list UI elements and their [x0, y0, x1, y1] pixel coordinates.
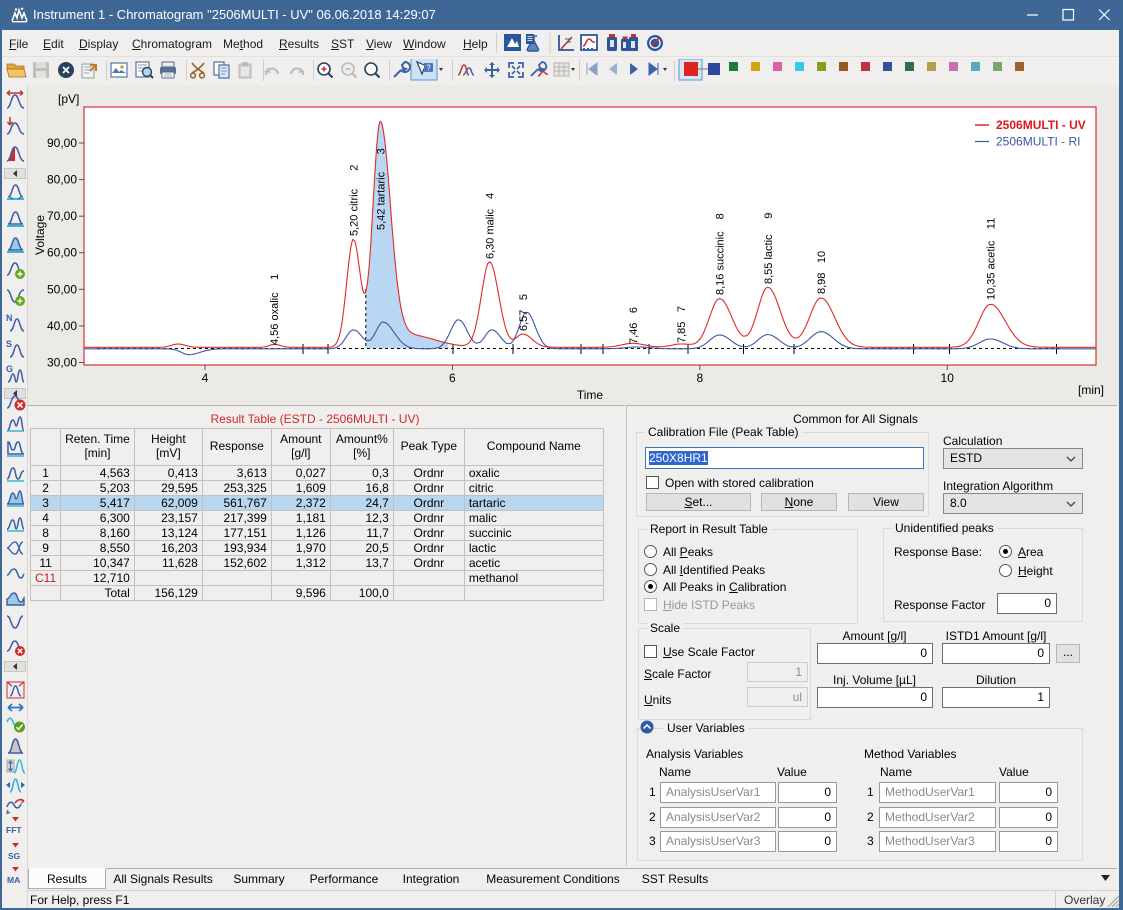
svg-text:6: 6: [449, 371, 456, 385]
svg-text:90,00: 90,00: [47, 136, 77, 150]
svg-text:G: G: [6, 364, 13, 374]
svg-text:2: 2: [348, 165, 360, 171]
svg-text:2506MULTI - UV: 2506MULTI - UV: [996, 118, 1086, 132]
svg-text:SG: SG: [8, 851, 21, 861]
svg-text:8,98: 8,98: [816, 273, 828, 294]
svg-text:8,16 succinic: 8,16 succinic: [715, 231, 727, 295]
svg-text:10,35 acetic: 10,35 acetic: [986, 240, 998, 300]
svg-text:S: S: [6, 339, 12, 349]
svg-text:5,42 tartaric: 5,42 tartaric: [375, 171, 387, 230]
svg-text:10: 10: [816, 251, 828, 263]
svg-text:7,46: 7,46: [628, 323, 640, 344]
svg-text:7,85: 7,85: [676, 322, 688, 343]
svg-text:FFT: FFT: [6, 825, 22, 835]
svg-text:[min]: [min]: [1078, 383, 1104, 397]
svg-text:7: 7: [676, 306, 688, 312]
svg-text:6: 6: [628, 307, 640, 313]
svg-text:11: 11: [986, 218, 998, 229]
svg-text:1: 1: [269, 274, 281, 280]
svg-text:MA: MA: [7, 875, 20, 885]
svg-text:?: ?: [426, 64, 431, 73]
svg-text:8,55 lactic: 8,55 lactic: [763, 234, 775, 284]
svg-text:40,00: 40,00: [47, 319, 77, 333]
svg-text:6,57: 6,57: [518, 310, 530, 331]
svg-text:3: 3: [375, 148, 387, 154]
svg-text:2506MULTI - RI: 2506MULTI - RI: [996, 135, 1080, 149]
svg-text:Time: Time: [577, 388, 604, 402]
svg-text:4,56 oxalic: 4,56 oxalic: [269, 292, 281, 345]
svg-text:9: 9: [763, 213, 775, 219]
svg-text:8: 8: [715, 213, 727, 219]
svg-text:4: 4: [202, 371, 209, 385]
svg-text:6,30 malic: 6,30 malic: [485, 208, 497, 259]
svg-text:N: N: [6, 313, 13, 323]
svg-text:5,20 citric: 5,20 citric: [348, 188, 360, 236]
svg-text:30,00: 30,00: [47, 356, 77, 370]
svg-text:70,00: 70,00: [47, 209, 77, 223]
svg-text:4: 4: [485, 193, 497, 199]
svg-text:5: 5: [518, 294, 530, 300]
svg-text:60,00: 60,00: [47, 246, 77, 260]
svg-text:[pV]: [pV]: [58, 92, 79, 106]
svg-text:50,00: 50,00: [47, 282, 77, 296]
svg-text:Voltage: Voltage: [33, 215, 47, 255]
svg-text:8: 8: [696, 371, 703, 385]
svg-text:80,00: 80,00: [47, 173, 77, 187]
svg-text:10: 10: [941, 371, 955, 385]
